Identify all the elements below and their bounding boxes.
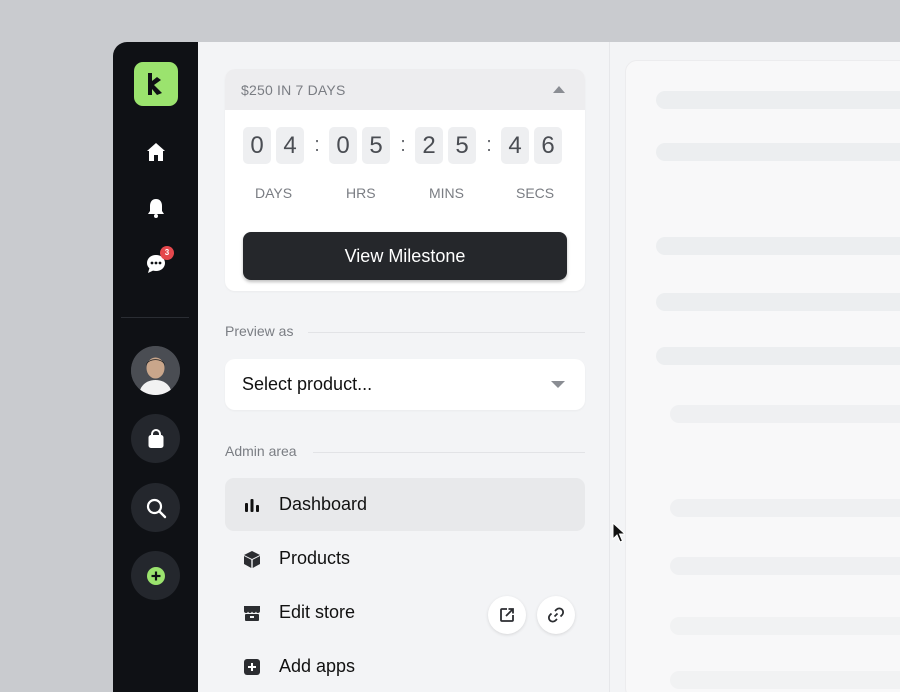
- skeleton-line: [656, 293, 900, 311]
- nav-item-add-apps[interactable]: Add apps: [225, 640, 585, 692]
- skeleton-line: [670, 405, 900, 423]
- section-divider: [313, 452, 585, 453]
- countdown-timer: 0 4 : 0 5 : 2 5 : 4 6: [243, 127, 567, 164]
- mins-digit: 5: [448, 127, 476, 164]
- skeleton-line: [670, 557, 900, 575]
- rail-divider: [121, 317, 189, 318]
- hrs-digit: 5: [362, 127, 390, 164]
- admin-section-label: Admin area: [225, 443, 297, 459]
- store-button[interactable]: [131, 414, 180, 463]
- secs-label: SECS: [516, 185, 555, 201]
- section-divider: [308, 332, 585, 333]
- preview-section-label: Preview as: [225, 323, 294, 339]
- side-panel: $250 IN 7 DAYS 0 4 : 0 5 : 2 5 : 4 6 DAY…: [198, 42, 627, 692]
- box-icon: [241, 548, 263, 570]
- notification-badge: 3: [160, 246, 174, 260]
- nav-item-edit-store[interactable]: Edit store: [225, 586, 585, 639]
- nav-item-dashboard[interactable]: Dashboard: [225, 478, 585, 531]
- hrs-label: HRS: [346, 185, 376, 201]
- app-window: 3 $250 IN 7 DAYS 0 4: 0 5: 2 5: 4 6 D…: [113, 42, 900, 692]
- open-external-icon: [500, 608, 514, 622]
- nav-item-label: Products: [279, 548, 351, 568]
- days-label: DAYS: [255, 185, 293, 201]
- milestone-card: $250 IN 7 DAYS 0 4 : 0 5 : 2 5 : 4 6 DAY…: [225, 69, 585, 291]
- mins-label: MINS: [429, 185, 464, 201]
- secs-digit: 6: [534, 127, 562, 164]
- search-icon: [146, 498, 166, 518]
- home-button[interactable]: [136, 132, 176, 172]
- add-button[interactable]: [131, 551, 180, 600]
- days-digit: 4: [276, 127, 304, 164]
- timer-colon: :: [400, 134, 406, 156]
- skeleton-line: [670, 617, 900, 635]
- skeleton-line: [656, 237, 900, 255]
- skeleton-line: [670, 499, 900, 517]
- nav-item-label: Dashboard: [279, 494, 368, 514]
- avatar[interactable]: [131, 346, 180, 395]
- skeleton-line: [656, 347, 900, 365]
- bell-icon: [148, 199, 164, 218]
- product-select-value: Select product...: [242, 374, 373, 394]
- open-external-button[interactable]: [488, 596, 526, 634]
- messages-button[interactable]: 3: [136, 244, 176, 284]
- home-icon: [147, 143, 165, 161]
- hrs-digit: 0: [329, 127, 357, 164]
- add-circle-icon: [146, 566, 165, 585]
- skeleton-line: [670, 671, 900, 689]
- timer-colon: :: [486, 134, 492, 156]
- collapse-caret-icon[interactable]: [553, 86, 565, 93]
- copy-link-button[interactable]: [537, 596, 575, 634]
- icon-rail: 3: [113, 42, 198, 692]
- search-button[interactable]: [131, 483, 180, 532]
- plus-square-icon: [241, 656, 263, 678]
- secs-digit: 4: [501, 127, 529, 164]
- milestone-header[interactable]: $250 IN 7 DAYS: [225, 69, 585, 110]
- nav-item-label: Add apps: [279, 656, 356, 676]
- skeleton-line: [656, 91, 900, 109]
- skeleton-line: [656, 143, 900, 161]
- nav-item-products[interactable]: Products: [225, 532, 585, 585]
- link-icon: [547, 607, 565, 623]
- mins-digit: 2: [415, 127, 443, 164]
- days-digit: 0: [243, 127, 271, 164]
- view-milestone-button[interactable]: View Milestone: [243, 232, 567, 280]
- notifications-button[interactable]: [136, 188, 176, 228]
- store-icon: [241, 602, 263, 624]
- nav-item-label: Edit store: [279, 602, 356, 622]
- milestone-title: $250 IN 7 DAYS: [241, 81, 346, 98]
- main-content-skeleton: [625, 60, 900, 692]
- shopping-bag-icon: [148, 428, 163, 448]
- bar-chart-icon: [241, 494, 263, 516]
- chevron-down-icon: [551, 381, 565, 388]
- timer-colon: :: [314, 134, 320, 156]
- product-select[interactable]: Select product...: [225, 359, 585, 410]
- logo-icon[interactable]: [134, 62, 178, 106]
